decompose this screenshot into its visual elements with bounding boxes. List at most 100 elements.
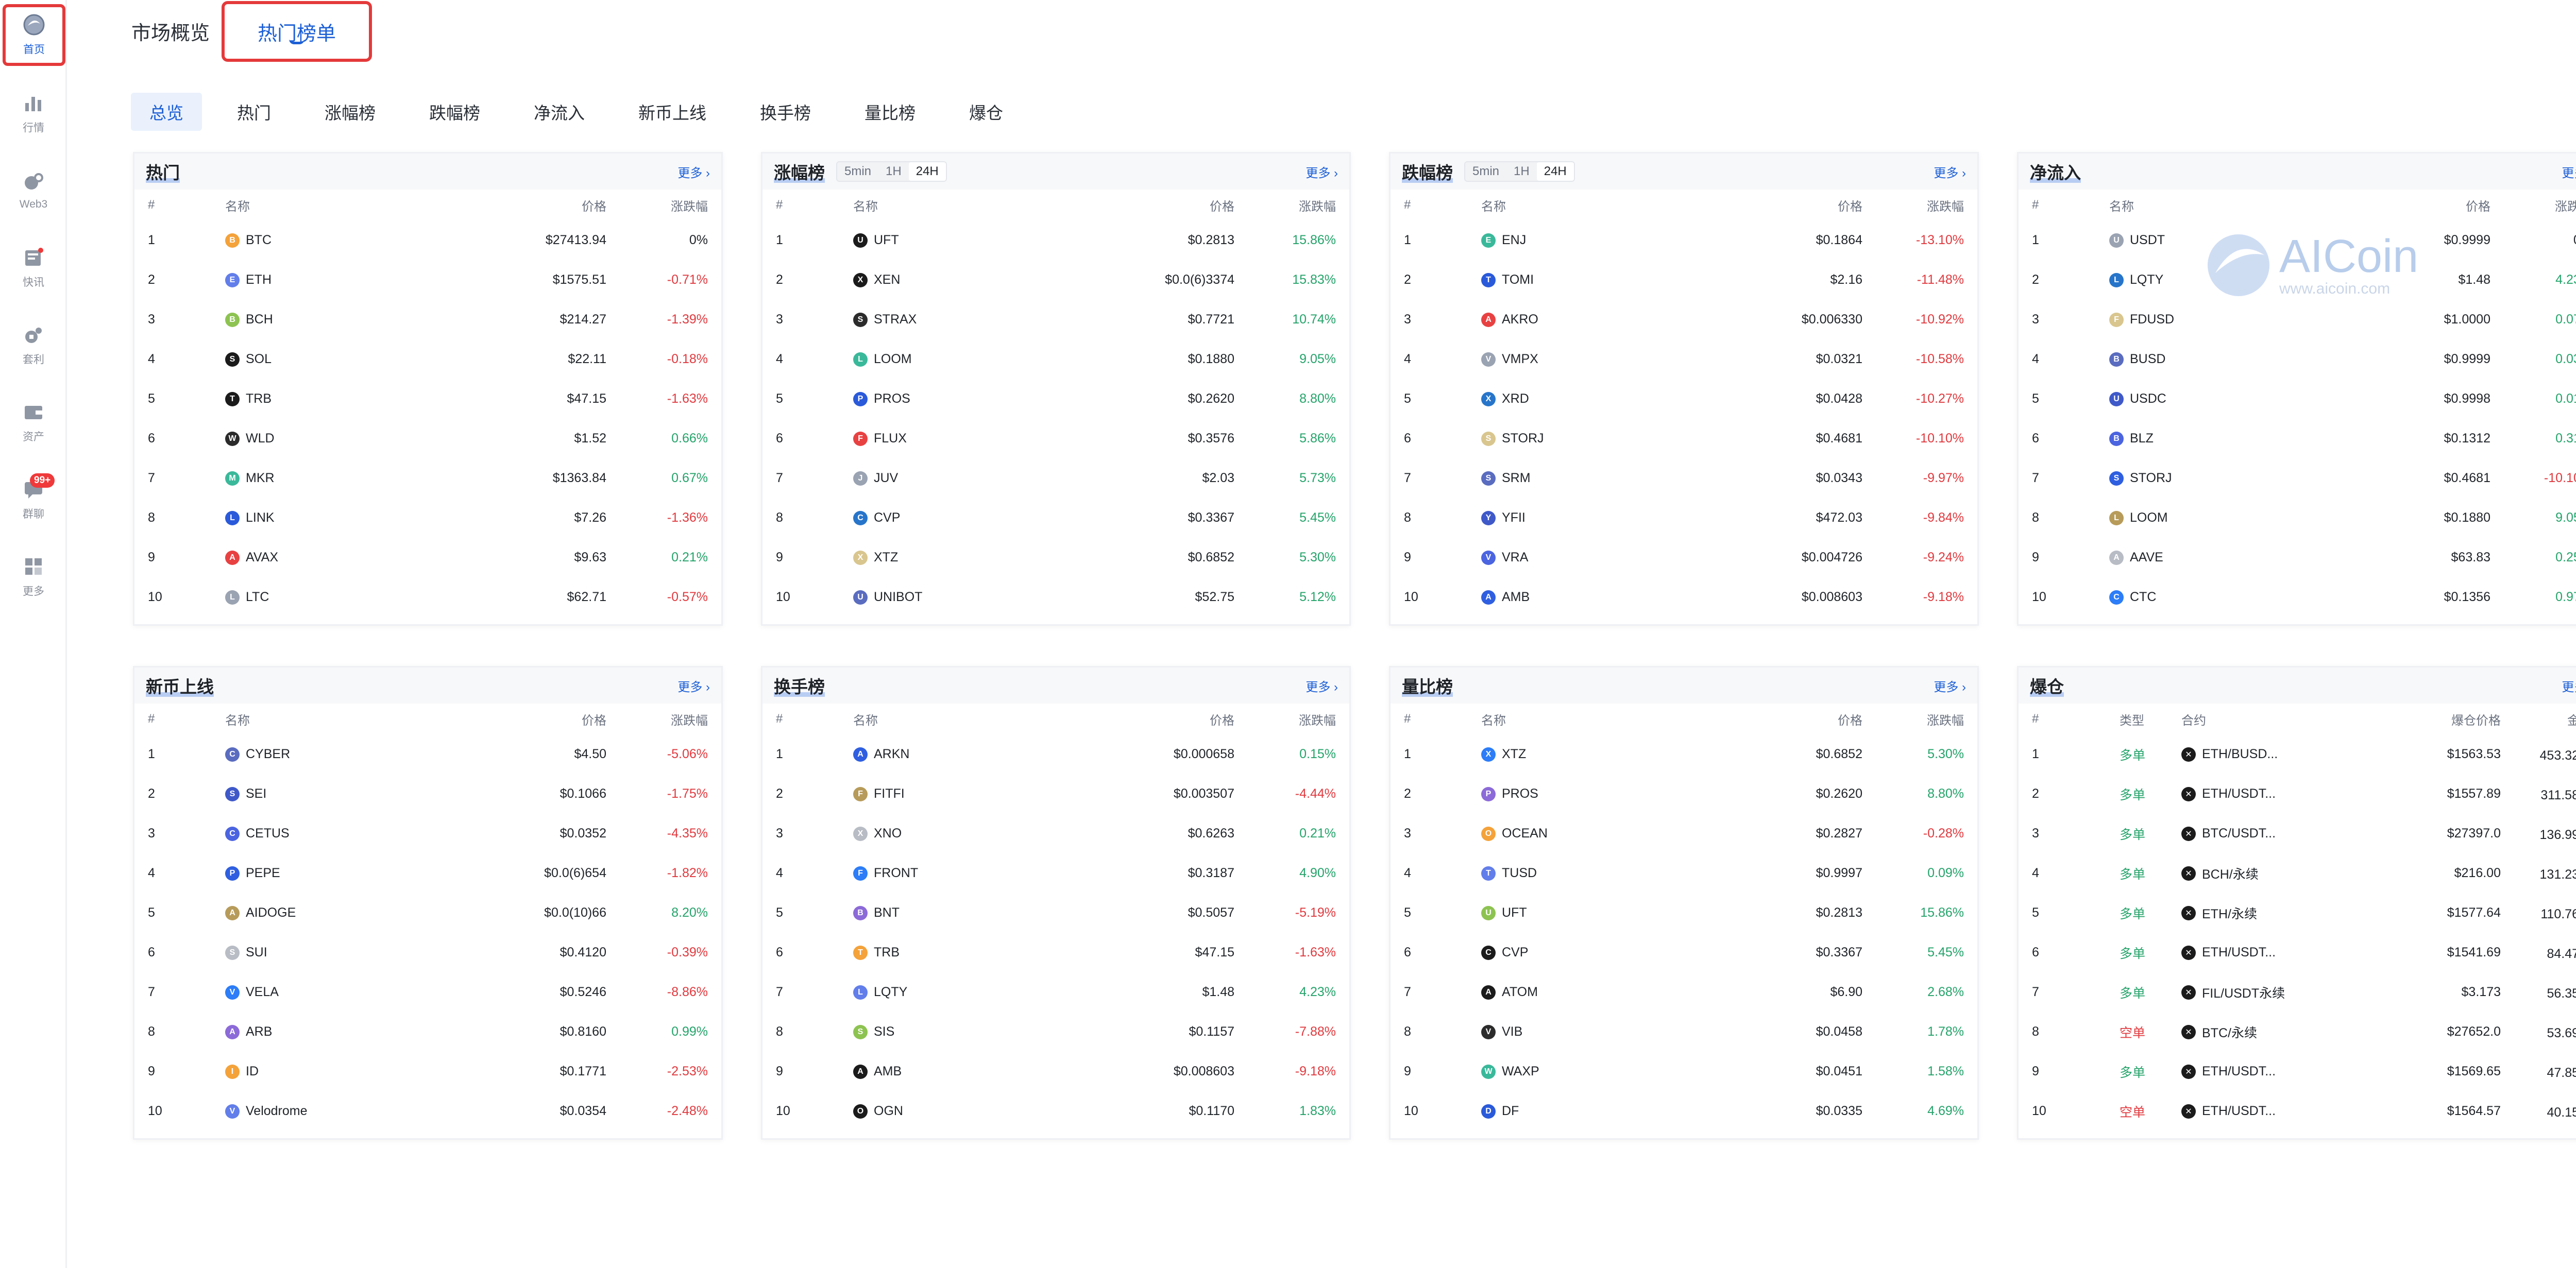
table-row[interactable]: 8 A ARB $0.8160 0.99% [134,1012,721,1052]
table-row[interactable]: 7 J JUV $2.03 5.73% [762,458,1349,498]
table-row[interactable]: 9 X XTZ $0.6852 5.30% [762,538,1349,577]
table-row[interactable]: 8 Y YFII $472.03 -9.84% [1391,498,1977,538]
table-row[interactable]: 2 S SEI $0.1066 -1.75% [134,774,721,814]
table-row[interactable]: 4 B BUSD $0.9999 0.03% [2019,339,2576,379]
table-row[interactable]: 4 S SOL $22.11 -0.18% [134,339,721,379]
table-row[interactable]: 3 多单 ✕ BTC/USDT... $27397.0 136.99万 [2019,814,2576,853]
table-row[interactable]: 2 P PROS $0.2620 8.80% [1391,774,1977,814]
more-link[interactable]: 更多 › [1934,677,1966,695]
table-row[interactable]: 2 F FITFI $0.003507 -4.44% [762,774,1349,814]
table-row[interactable]: 2 多单 ✕ ETH/USDT... $1557.89 311.58万 [2019,774,2576,814]
table-row[interactable]: 8 L LOOM $0.1880 9.05% [2019,498,2576,538]
table-row[interactable]: 7 A ATOM $6.90 2.68% [1391,972,1977,1012]
table-row[interactable]: 5 X XRD $0.0428 -10.27% [1391,379,1977,419]
table-row[interactable]: 7 S STORJ $0.4681 -10.10% [2019,458,2576,498]
table-row[interactable]: 10 L LTC $62.71 -0.57% [134,577,721,617]
table-row[interactable]: 3 O OCEAN $0.2827 -0.28% [1391,814,1977,853]
table-row[interactable]: 8 V VIB $0.0458 1.78% [1391,1012,1977,1052]
table-row[interactable]: 5 B BNT $0.5057 -5.19% [762,893,1349,933]
table-row[interactable]: 6 多单 ✕ ETH/USDT... $1541.69 84.47万 [2019,933,2576,972]
table-row[interactable]: 9 多单 ✕ ETH/USDT... $1569.65 47.85万 [2019,1052,2576,1091]
table-row[interactable]: 3 X XNO $0.6263 0.21% [762,814,1349,853]
table-row[interactable]: 6 S STORJ $0.4681 -10.10% [1391,419,1977,458]
table-row[interactable]: 10 空单 ✕ ETH/USDT... $1564.57 40.15万 [2019,1091,2576,1131]
period-24h[interactable]: 24H [908,162,946,181]
subtab-gainers[interactable]: 涨幅榜 [306,93,394,131]
table-row[interactable]: 1 C CYBER $4.50 -5.06% [134,734,721,774]
tab-hot-rankings[interactable]: 热门榜单 [222,1,372,62]
subtab-losers[interactable]: 跌幅榜 [411,93,499,131]
table-row[interactable]: 8 空单 ✕ BTC/永续 $27652.0 53.69万 [2019,1012,2576,1052]
more-link[interactable]: 更多 › [2562,677,2576,695]
table-row[interactable]: 9 I ID $0.1771 -2.53% [134,1052,721,1091]
subtab-liquidations[interactable]: 爆仓 [951,93,1022,131]
subtab-turnover[interactable]: 换手榜 [741,93,829,131]
sidebar-item-arbitrage[interactable]: 套利 [0,317,67,373]
table-row[interactable]: 4 F FRONT $0.3187 4.90% [762,853,1349,893]
table-row[interactable]: 4 多单 ✕ BCH/永续 $216.00 131.23万 [2019,853,2576,893]
table-row[interactable]: 10 A AMB $0.008603 -9.18% [1391,577,1977,617]
table-row[interactable]: 5 P PROS $0.2620 8.80% [762,379,1349,419]
table-row[interactable]: 3 F FDUSD $1.0000 0.07% [2019,300,2576,339]
table-row[interactable]: 6 T TRB $47.15 -1.63% [762,933,1349,972]
table-row[interactable]: 1 B BTC $27413.94 0% [134,220,721,260]
tab-market-overview[interactable]: 市场概览 [122,0,219,62]
period-5min[interactable]: 5min [1465,162,1506,181]
table-row[interactable]: 6 B BLZ $0.1312 0.31% [2019,419,2576,458]
table-row[interactable]: 8 L LINK $7.26 -1.36% [134,498,721,538]
sidebar-item-news[interactable]: 快讯 [0,239,67,296]
table-row[interactable]: 7 多单 ✕ FIL/USDT永续 $3.173 56.35万 [2019,972,2576,1012]
table-row[interactable]: 10 V Velodrome $0.0354 -2.48% [134,1091,721,1131]
table-row[interactable]: 7 M MKR $1363.84 0.67% [134,458,721,498]
table-row[interactable]: 8 C CVP $0.3367 5.45% [762,498,1349,538]
table-row[interactable]: 9 A AVAX $9.63 0.21% [134,538,721,577]
table-row[interactable]: 3 C CETUS $0.0352 -4.35% [134,814,721,853]
table-row[interactable]: 9 A AAVE $63.83 0.25% [2019,538,2576,577]
table-row[interactable]: 1 A ARKN $0.000658 0.15% [762,734,1349,774]
more-link[interactable]: 更多 › [677,677,710,695]
table-row[interactable]: 3 A AKRO $0.006330 -10.92% [1391,300,1977,339]
subtab-new-listings[interactable]: 新币上线 [620,93,725,131]
table-row[interactable]: 4 P PEPE $0.0(6)654 -1.82% [134,853,721,893]
sidebar-item-home[interactable]: 首页 [3,4,65,66]
table-row[interactable]: 4 V VMPX $0.0321 -10.58% [1391,339,1977,379]
table-row[interactable]: 1 X XTZ $0.6852 5.30% [1391,734,1977,774]
subtab-volume-ratio[interactable]: 量比榜 [846,93,934,131]
table-row[interactable]: 6 W WLD $1.52 0.66% [134,419,721,458]
table-row[interactable]: 2 X XEN $0.0(6)3374 15.83% [762,260,1349,300]
table-row[interactable]: 5 T TRB $47.15 -1.63% [134,379,721,419]
table-row[interactable]: 7 V VELA $0.5246 -8.86% [134,972,721,1012]
more-link[interactable]: 更多 › [1934,163,1966,181]
sidebar-item-more[interactable]: 更多 [0,549,67,605]
table-row[interactable]: 9 V VRA $0.004726 -9.24% [1391,538,1977,577]
table-row[interactable]: 6 F FLUX $0.3576 5.86% [762,419,1349,458]
sidebar-item-chat[interactable]: 99+ 群聊 [0,471,67,528]
sidebar-item-market[interactable]: 行情 [0,85,67,142]
period-24h[interactable]: 24H [1536,162,1574,181]
more-link[interactable]: 更多 › [2562,163,2576,181]
table-row[interactable]: 4 T TUSD $0.9997 0.09% [1391,853,1977,893]
period-5min[interactable]: 5min [837,162,878,181]
table-row[interactable]: 7 S SRM $0.0343 -9.97% [1391,458,1977,498]
period-1h[interactable]: 1H [878,162,909,181]
table-row[interactable]: 9 A AMB $0.008603 -9.18% [762,1052,1349,1091]
table-row[interactable]: 9 W WAXP $0.0451 1.58% [1391,1052,1977,1091]
more-link[interactable]: 更多 › [1306,163,1338,181]
sidebar-item-assets[interactable]: 资产 [0,394,67,451]
subtab-overview[interactable]: 总览 [131,93,202,131]
table-row[interactable]: 1 U UFT $0.2813 15.86% [762,220,1349,260]
table-row[interactable]: 4 L LOOM $0.1880 9.05% [762,339,1349,379]
sidebar-item-web3[interactable]: Web3 [0,162,67,219]
table-row[interactable]: 1 E ENJ $0.1864 -13.10% [1391,220,1977,260]
table-row[interactable]: 3 B BCH $214.27 -1.39% [134,300,721,339]
table-row[interactable]: 2 E ETH $1575.51 -0.71% [134,260,721,300]
table-row[interactable]: 10 C CTC $0.1356 0.97% [2019,577,2576,617]
subtab-inflow[interactable]: 净流入 [515,93,603,131]
period-1h[interactable]: 1H [1506,162,1537,181]
table-row[interactable]: 6 C CVP $0.3367 5.45% [1391,933,1977,972]
table-row[interactable]: 3 S STRAX $0.7721 10.74% [762,300,1349,339]
table-row[interactable]: 5 U UFT $0.2813 15.86% [1391,893,1977,933]
table-row[interactable]: 8 S SIS $0.1157 -7.88% [762,1012,1349,1052]
subtab-hot[interactable]: 热门 [218,93,290,131]
table-row[interactable]: 10 O OGN $0.1170 1.83% [762,1091,1349,1131]
